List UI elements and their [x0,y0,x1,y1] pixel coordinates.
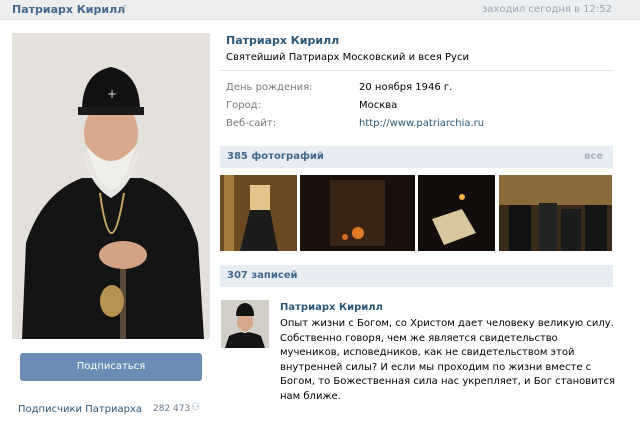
birthday-value: 20 ноября 1946 г. [359,82,453,93]
photos-count[interactable]: 385 фотографий [227,151,324,162]
svg-text:+: + [107,87,117,101]
photo-thumbnail[interactable] [300,175,415,251]
website-link[interactable]: http://www.patriarchia.ru [359,118,484,129]
profile-photo[interactable]: + [12,33,210,339]
photo-thumbnail[interactable] [418,175,495,251]
subscribe-button[interactable]: Подписаться [20,353,202,381]
birthday-label: День рождения: [226,82,313,93]
last-seen-status: заходил сегодня в 12:52 [481,4,612,15]
followers-label[interactable]: Подписчики Патриарха [18,404,142,415]
verified-check-icon: ✓ [118,1,129,15]
photos-all-link[interactable]: все [584,151,603,162]
profile-subtitle: Святейший Патриарх Московский и всея Рус… [226,52,469,63]
posts-count[interactable]: 307 записей [227,270,298,281]
photos-header[interactable]: 385 фотографий все [220,146,613,168]
page-title: Патриарх Кирилл [226,34,340,47]
followers-count: 282 473 [153,404,191,414]
profile-name-topbar[interactable]: Патриарх Кирилл [12,3,125,16]
website-label: Веб-сайт: [226,118,277,129]
post-author-avatar[interactable] [221,300,269,348]
photo-thumbnail[interactable] [220,175,297,251]
posts-header[interactable]: 307 записей [220,265,613,287]
photo-thumbnail[interactable] [499,175,612,251]
post-text: Опыт жизни с Богом, со Христом дает чело… [280,318,615,402]
city-value: Москва [359,100,398,111]
top-bar: Патриарх Кирилл ✓ заходил сегодня в 12:5… [0,0,640,20]
divider [220,70,613,71]
city-label: Город: [226,100,261,111]
post-author-name[interactable]: Патриарх Кирилл [280,302,383,313]
people-icon: ⚇ [191,402,200,413]
